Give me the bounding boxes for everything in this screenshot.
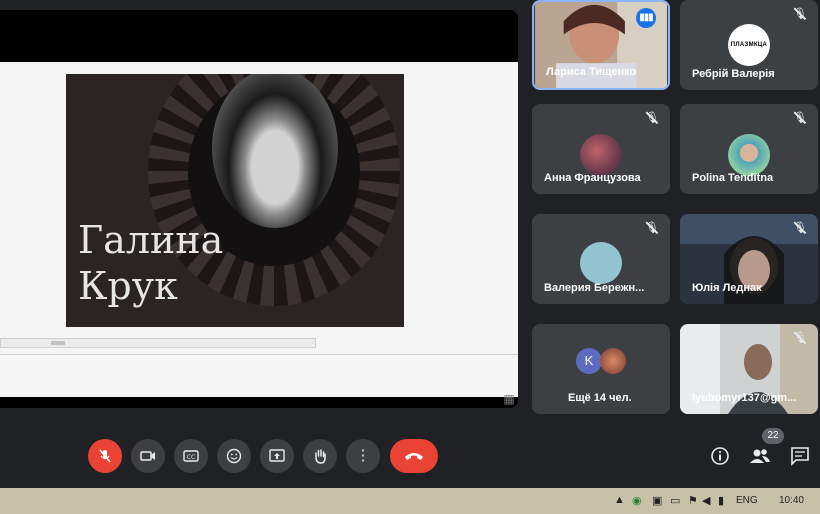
clock[interactable]: 10:40	[779, 495, 804, 506]
camera-button[interactable]	[131, 439, 165, 473]
participant-logo: ПЛАЗМКЦА	[728, 24, 770, 66]
leave-call-button[interactable]	[390, 439, 438, 473]
presentation-window: Галина Крук	[0, 62, 518, 397]
more-options-button[interactable]: ⋮	[346, 439, 380, 473]
chat-button[interactable]	[786, 442, 814, 470]
captions-icon: CC	[183, 450, 199, 462]
tray-network-icon[interactable]: ▭	[670, 494, 680, 507]
meeting-details-button[interactable]	[706, 442, 734, 470]
participant-name: Анна Французова	[544, 172, 641, 184]
scrollbar-thumb[interactable]	[51, 341, 65, 345]
participant-tile-6[interactable]: 🎙 Юлія Леднак	[680, 214, 818, 304]
participant-name: Polina Tenditna	[692, 172, 774, 184]
hand-icon	[315, 449, 326, 464]
tray-volume-icon[interactable]: ◀	[702, 494, 710, 507]
mic-off-icon: 🎙	[645, 222, 659, 234]
tray-app-icon[interactable]: ▣	[652, 494, 662, 507]
mic-off-icon: 🎙	[645, 112, 659, 124]
speaking-indicator-icon: ▮▮▮	[636, 8, 656, 28]
participant-name: lyubomyr137@gm...	[692, 392, 797, 404]
participant-tile-1[interactable]: ▮▮▮ Лариса Тищенко	[532, 0, 670, 90]
people-icon	[750, 449, 770, 463]
language-indicator[interactable]: ENG	[736, 495, 758, 506]
participant-tile-5[interactable]: 🎙 Валерия Бережн...	[532, 214, 670, 304]
info-icon	[711, 447, 729, 465]
shared-screen: Галина Крук ▦	[0, 10, 518, 408]
hang-up-icon	[405, 453, 423, 460]
avatar	[580, 134, 622, 176]
participant-tile-2[interactable]: ПЛАЗМКЦА 🎙 Ребрій Валерія	[680, 0, 818, 90]
raise-hand-button[interactable]	[303, 439, 337, 473]
show-hidden-icons[interactable]: ▲	[614, 494, 625, 506]
more-participants-label: Ещё 14 чел.	[568, 392, 632, 404]
participant-name: Ребрій Валерія	[692, 68, 775, 80]
chat-icon	[791, 447, 809, 466]
present-screen-button[interactable]	[260, 439, 294, 473]
layout-grid-icon[interactable]: ▦	[502, 392, 516, 406]
participant-tile-3[interactable]: 🎙 Анна Французова	[532, 104, 670, 194]
people-button[interactable]	[746, 442, 774, 470]
slide-title-line2: Крук	[78, 264, 178, 308]
mic-off-icon: 🎙	[793, 112, 807, 124]
more-vert-icon: ⋮	[355, 447, 371, 464]
participant-tile-8[interactable]: 🎙 lyubomyr137@gm...	[680, 324, 818, 414]
mic-off-icon: 🎙	[793, 8, 807, 20]
emoji-icon	[226, 448, 242, 464]
camera-icon	[140, 451, 155, 461]
avatar	[580, 242, 622, 284]
avatar	[728, 134, 770, 176]
participant-name: Юлія Леднак	[692, 282, 762, 294]
speaker-portrait	[212, 74, 338, 228]
tray-flag-icon[interactable]: ⚑	[688, 494, 698, 507]
divider	[0, 354, 518, 355]
mic-off-icon: 🎙	[793, 222, 807, 234]
svg-text:CC: CC	[187, 454, 195, 461]
participant-name: Валерия Бережн...	[544, 282, 645, 294]
reactions-button[interactable]	[217, 439, 251, 473]
horizontal-scrollbar[interactable]	[0, 338, 316, 348]
participant-tile-4[interactable]: 🎙 Polina Tenditna	[680, 104, 818, 194]
participant-name: Лариса Тищенко	[546, 66, 637, 78]
avatar	[600, 348, 626, 374]
more-participants-tile[interactable]: K Ещё 14 чел.	[532, 324, 670, 414]
tray-app-icon[interactable]: ◉	[632, 494, 642, 507]
slide-title-line1: Галина	[78, 218, 224, 262]
avatar: K	[576, 348, 602, 374]
tray-battery-icon[interactable]: ▮	[718, 494, 724, 507]
mic-off-icon: 🎙	[793, 332, 807, 344]
present-screen-icon	[269, 449, 285, 462]
os-taskbar: ▲ ◉ ▣ ▭ ⚑ ◀ ▮ ENG 10:40	[0, 488, 820, 514]
microphone-off-button[interactable]	[88, 439, 122, 473]
mic-off-icon	[99, 449, 111, 463]
captions-button[interactable]: CC	[174, 439, 208, 473]
presentation-slide: Галина Крук	[66, 74, 404, 327]
